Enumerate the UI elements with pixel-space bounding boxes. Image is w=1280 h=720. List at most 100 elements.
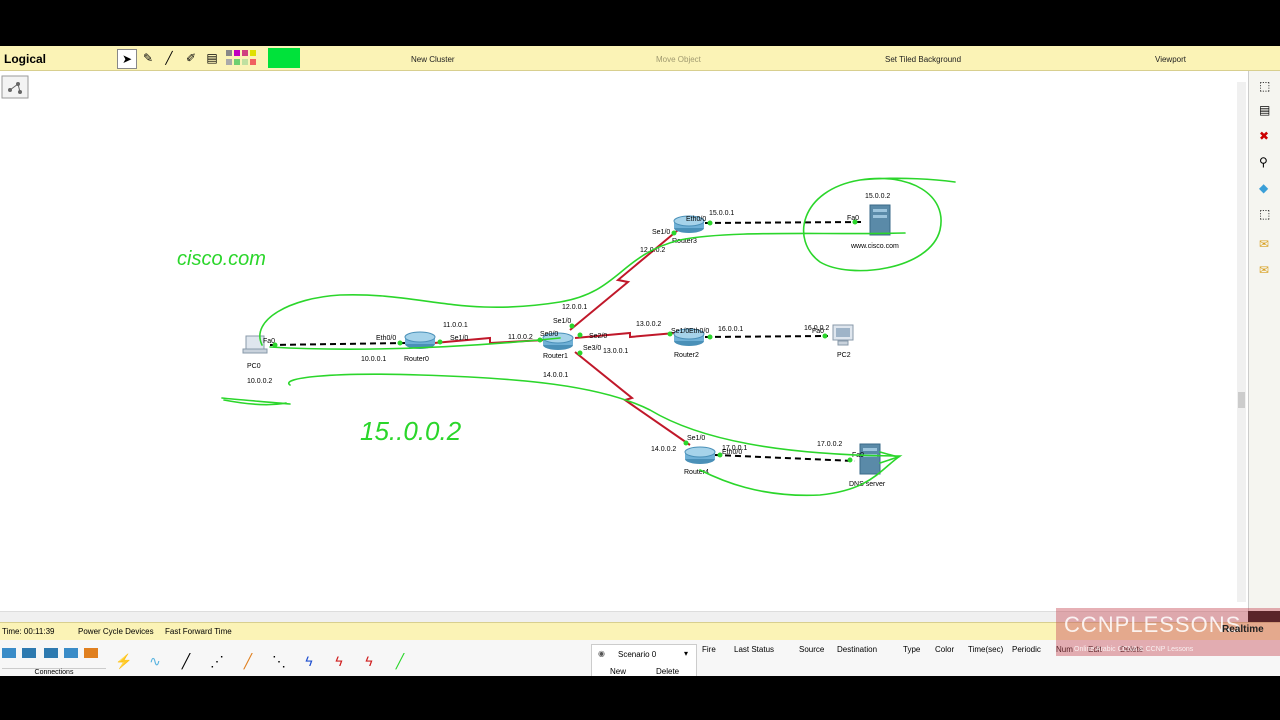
pencil-icon[interactable]: ✎ (139, 49, 157, 67)
pc2-device[interactable] (832, 324, 854, 346)
add-complex-pdu-icon[interactable]: ✉ (1259, 263, 1269, 277)
delete-scenario-button[interactable]: Delete (656, 667, 679, 676)
logical-workspace[interactable]: PC0 Fa0 10.0.0.2 Router0 Eth0/0 10.0.0.1… (0, 71, 1248, 611)
router2-se-ip: 13.0.0.2 (636, 321, 661, 328)
inspect-icon[interactable]: ⚲ (1259, 155, 1268, 169)
web-server-ip: 15.0.0.2 (865, 193, 890, 200)
logical-mode-label[interactable]: Logical (4, 52, 46, 66)
serial-dce-icon[interactable]: ϟ (328, 650, 350, 672)
switches-category-icon[interactable] (22, 648, 36, 658)
pc0-name: PC0 (247, 363, 261, 370)
routers-category-icon[interactable] (2, 648, 16, 658)
link-router1-router3[interactable] (569, 229, 679, 331)
router1-se00-ip: 11.0.0.2 (508, 334, 533, 341)
phone-cable-icon[interactable]: ⋱ (268, 650, 290, 672)
router2-name: Router2 (674, 352, 699, 359)
router2-eth-ip: 16.0.0.1 (718, 326, 743, 333)
connections-category-icon[interactable] (84, 648, 98, 658)
link-router1-router4[interactable] (574, 351, 691, 446)
scenario-panel: ◉ Scenario 0 ▾ New Delete (591, 644, 697, 678)
router1-se10-label: Se1/0 (553, 318, 571, 325)
pc2-ip: 16.0.0.2 (804, 325, 829, 332)
vertical-scrollbar[interactable] (1237, 82, 1246, 602)
pc2-name: PC2 (837, 352, 851, 359)
new-cluster-button[interactable]: New Cluster (411, 55, 455, 64)
right-tool-panel: ⬚ ▤ ✖ ⚲ ◆ ⬚ ✉ ✉ (1248, 71, 1280, 611)
router0-se-label: Se1/0 (450, 335, 468, 342)
dns-server-device[interactable] (859, 443, 881, 475)
web-server-fa0-label: Fa0 (847, 215, 859, 222)
fast-forward-time-button[interactable]: Fast Forward Time (165, 627, 232, 636)
router0-eth-label: Eth0/0 (376, 335, 396, 342)
pdu-col-type: Type (903, 645, 921, 654)
pdu-col-source: Source (799, 645, 825, 654)
router0-eth-ip: 10.0.0.1 (361, 356, 386, 363)
pdu-col-fire: Fire (702, 645, 716, 654)
router4-se-ip: 14.0.0.2 (651, 446, 676, 453)
top-letterbox (0, 0, 1280, 46)
fiber-cable-icon[interactable]: ╱ (237, 650, 259, 672)
vertical-scroll-thumb[interactable] (1238, 392, 1245, 408)
viewport-button[interactable]: Viewport (1155, 55, 1186, 64)
dns-server-ip: 17.0.0.2 (817, 441, 842, 448)
scenario-select[interactable]: Scenario 0 (618, 650, 656, 659)
handwritten-ip: 15..0.0.2 (360, 416, 462, 446)
auto-connection-icon[interactable]: ⚡ (113, 650, 135, 672)
hubs-category-icon[interactable] (44, 648, 58, 658)
pdu-col-time: Time(sec) (968, 645, 1004, 654)
router0-name: Router0 (404, 356, 429, 363)
router4-device[interactable] (684, 446, 716, 464)
link-pc0-router0[interactable] (269, 342, 406, 346)
select-arrow-icon[interactable]: ➤ (117, 49, 137, 69)
router1-se30-label: Se3/0 (583, 345, 601, 352)
power-cycle-devices-button[interactable]: Power Cycle Devices (78, 627, 154, 636)
serial-dte-icon[interactable]: ϟ (358, 650, 380, 672)
select-tool-icon[interactable]: ⬚ (1259, 79, 1270, 93)
realtime-mode-button[interactable]: Realtime (1222, 624, 1264, 635)
resize-shape-icon[interactable]: ⬚ (1259, 207, 1270, 221)
pc0-fa0-label: Fa0 (263, 338, 275, 345)
console-cable-icon[interactable]: ∿ (144, 650, 166, 672)
topology-svg: PC0 Fa0 10.0.0.2 Router0 Eth0/0 10.0.0.1… (1, 75, 956, 497)
web-server-name: www.cisco.com (850, 243, 899, 250)
octal-cable-icon[interactable]: ╱ (389, 650, 411, 672)
router2-eth-label: Eth0/0 (689, 328, 709, 335)
color-palette[interactable] (226, 49, 266, 67)
wireless-category-icon[interactable] (64, 648, 78, 658)
cluster-navigation-icon[interactable] (1, 75, 29, 99)
web-server-device[interactable] (869, 204, 891, 236)
active-color-swatch[interactable] (268, 48, 300, 68)
freeform-icon[interactable]: ✐ (182, 49, 200, 67)
router1-se20-ip: 13.0.0.1 (603, 348, 628, 355)
link-router3-web[interactable] (704, 221, 863, 224)
line-draw-icon[interactable]: ╱ (160, 49, 178, 67)
move-object-button[interactable]: Move Object (656, 55, 701, 64)
crossover-cable-icon[interactable]: ⋰ (206, 650, 228, 672)
new-scenario-button[interactable]: New (610, 667, 626, 676)
router1-se00-label: Se0/0 (540, 331, 558, 338)
router1-se30-ip: 14.0.0.1 (543, 372, 568, 379)
router1-name: Router1 (543, 353, 568, 360)
router4-se-label: Se1/0 (687, 435, 705, 442)
router0-se-ip: 11.0.0.1 (443, 322, 468, 329)
router2-se-label: Se1/0 (671, 328, 689, 335)
router3-se-label: Se1/0 (652, 229, 670, 236)
pdu-col-destination: Destination (837, 645, 878, 654)
scenario-info-icon[interactable]: ◉ (598, 649, 605, 658)
note-icon[interactable]: ▤ (1259, 103, 1270, 117)
watermark-subtitle: Online Arabic CCNA & CCNP Lessons (1074, 646, 1194, 653)
coaxial-cable-icon[interactable]: ϟ (298, 650, 320, 672)
add-simple-pdu-icon[interactable]: ✉ (1259, 237, 1269, 251)
router0-device[interactable] (404, 331, 436, 349)
pdu-col-color: Color (935, 645, 955, 654)
router4-eth-ip: 17.0.0.1 (722, 445, 747, 452)
eraser-icon[interactable]: ▤ (203, 49, 221, 67)
set-tiled-background-button[interactable]: Set Tiled Background (885, 55, 961, 64)
scenario-dropdown-icon[interactable]: ▾ (684, 649, 688, 658)
draw-shape-icon[interactable]: ◆ (1259, 181, 1268, 195)
delete-icon[interactable]: ✖ (1259, 129, 1269, 143)
link-router2-pc2[interactable] (704, 335, 829, 338)
pdu-col-periodic: Periodic (1012, 645, 1041, 654)
pc0-ip: 10.0.0.2 (247, 378, 272, 385)
straight-through-cable-icon[interactable]: ╱ (175, 650, 197, 672)
